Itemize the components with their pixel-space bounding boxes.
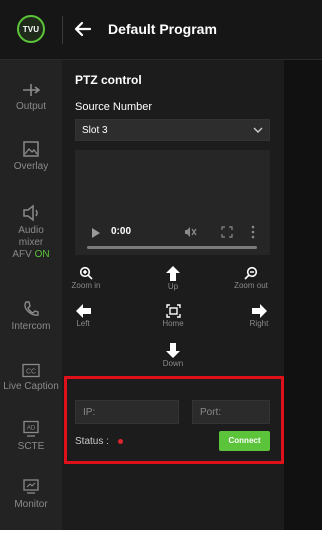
home-label: Home (162, 319, 184, 328)
up-label: Up (167, 282, 179, 291)
fullscreen-icon[interactable] (221, 226, 233, 238)
sidebar-item-monitor[interactable]: Monitor (0, 478, 62, 511)
closed-caption-icon: CC (22, 363, 40, 378)
top-bar: TVU Default Program (0, 0, 322, 60)
tvu-logo[interactable]: TVU (17, 15, 45, 43)
output-icon (23, 84, 41, 96)
right-button[interactable]: Right (246, 304, 272, 328)
down-button[interactable]: Down (158, 343, 188, 368)
arrow-down-icon (166, 343, 180, 358)
zoom-in-label: Zoom in (71, 281, 101, 290)
video-player[interactable]: 0:00 (75, 150, 270, 255)
sidebar-item-label: Output (15, 101, 47, 112)
back-arrow-icon[interactable] (72, 18, 94, 40)
sidebar-item-label: Overlay (13, 161, 49, 172)
status-indicator (118, 439, 123, 444)
afv-label: AFV (12, 249, 32, 260)
arrow-up-icon (166, 266, 180, 281)
arrow-right-icon (251, 304, 267, 318)
sidebar-item-label: Audio (18, 225, 44, 236)
overlay-icon (23, 141, 39, 157)
mute-icon[interactable] (183, 225, 197, 239)
left-button[interactable]: Left (70, 304, 96, 328)
app-window: TVU Default Program Output Overlay Audio… (0, 0, 322, 530)
zoom-out-button[interactable]: Zoom out (229, 266, 273, 290)
sidebar: Output Overlay Audio mixer AFV ON Interc… (0, 60, 62, 530)
zoom-out-icon (244, 266, 258, 280)
ad-icon: AD (23, 420, 39, 437)
monitor-icon (23, 479, 39, 494)
play-icon[interactable] (91, 227, 101, 239)
right-label: Right (249, 319, 269, 328)
sidebar-item-intercom[interactable]: Intercom (0, 300, 62, 333)
video-time: 0:00 (111, 226, 132, 237)
sidebar-item-label: SCTE (17, 441, 45, 452)
page-title: Default Program (108, 21, 217, 37)
home-button[interactable]: Home (158, 304, 188, 328)
sidebar-item-label: Monitor (14, 499, 48, 510)
up-button[interactable]: Up (158, 266, 188, 291)
down-label: Down (162, 359, 184, 368)
more-options-icon[interactable] (251, 225, 255, 239)
speaker-icon (23, 204, 38, 222)
phone-icon (24, 301, 39, 316)
ip-input[interactable]: IP: (75, 400, 179, 424)
logo-text: TVU (22, 24, 40, 34)
zoom-in-button[interactable]: Zoom in (71, 266, 101, 290)
source-number-select[interactable]: Slot 3 (75, 119, 270, 141)
sidebar-item-scte[interactable]: AD SCTE (0, 420, 62, 453)
source-number-label: Source Number (75, 101, 153, 113)
source-number-value: Slot 3 (82, 125, 108, 136)
video-progress-bar[interactable] (87, 246, 257, 249)
sidebar-item-overlay[interactable]: Overlay (0, 140, 62, 173)
zoom-out-label: Zoom out (234, 281, 268, 290)
svg-text:AD: AD (27, 426, 36, 432)
port-placeholder: Port: (200, 407, 222, 418)
sidebar-item-output[interactable]: Output (0, 82, 62, 113)
sidebar-item-label: Live Caption (3, 381, 59, 392)
sidebar-item-audio-mixer[interactable]: Audio mixer AFV ON (0, 204, 62, 261)
chevron-down-icon (253, 127, 263, 133)
preview-area (284, 60, 322, 530)
arrow-left-icon (75, 304, 91, 318)
afv-state: ON (34, 249, 50, 260)
sidebar-item-label: Intercom (11, 321, 51, 332)
ip-placeholder: IP: (83, 407, 96, 418)
svg-text:CC: CC (26, 369, 36, 376)
port-input[interactable]: Port: (192, 400, 270, 424)
ptz-title: PTZ control (75, 73, 142, 87)
home-focus-icon (165, 304, 181, 318)
sidebar-item-live-caption[interactable]: CC Live Caption (0, 363, 62, 393)
sidebar-item-label: mixer (18, 237, 44, 248)
divider (62, 16, 63, 44)
video-controls: 0:00 (75, 217, 270, 255)
status-label: Status : (75, 436, 109, 447)
left-label: Left (76, 319, 90, 328)
zoom-in-icon (79, 266, 93, 280)
connect-button[interactable]: Connect (219, 431, 270, 451)
